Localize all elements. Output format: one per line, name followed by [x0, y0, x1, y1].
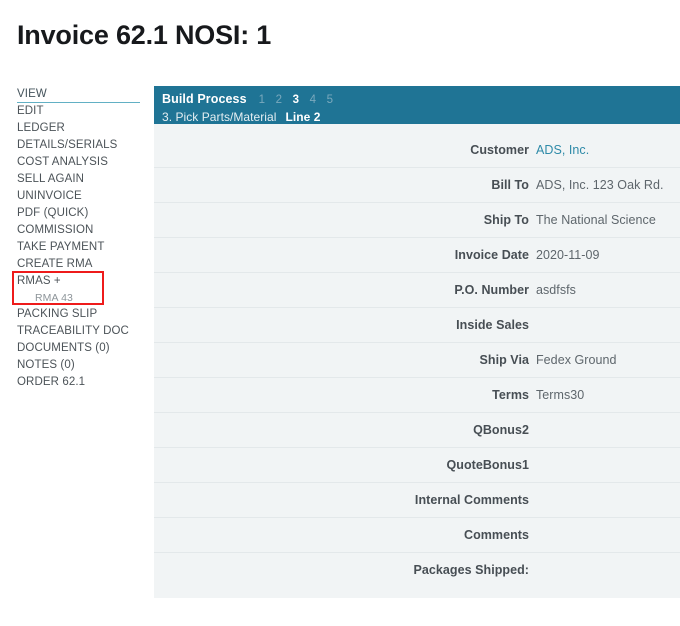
sidebar-item-order-62-1[interactable]: ORDER 62.1 [0, 374, 146, 391]
sidebar-item-traceability-doc[interactable]: TRACEABILITY DOC [0, 323, 146, 340]
table-row: P.O. Number asdfsfs [154, 272, 680, 307]
table-row: Inside Sales [154, 307, 680, 342]
field-label: QuoteBonus1 [446, 458, 529, 472]
table-row: Packages Shipped: [154, 552, 680, 587]
field-value: 2020-11-09 [536, 248, 600, 262]
field-value: Fedex Ground [536, 353, 617, 367]
field-value: ADS, Inc. 123 Oak Rd. [536, 178, 664, 192]
sidebar-item-rmas[interactable]: RMAS + [0, 273, 146, 290]
field-value: Terms30 [536, 388, 585, 402]
table-row: Ship To The National Science [154, 202, 680, 237]
field-label: Packages Shipped: [413, 563, 529, 577]
table-row: Bill To ADS, Inc. 123 Oak Rd. [154, 167, 680, 202]
build-process-header-top: Build Process 12345 [162, 92, 680, 110]
sidebar-subitem-rma-43[interactable]: RMA 43 [0, 290, 146, 306]
field-label: QBonus2 [473, 423, 529, 437]
table-row: QuoteBonus1 [154, 447, 680, 482]
invoice-view-page: Invoice 62.1 NOSI: 1 VIEW EDIT LEDGER DETAI… [0, 0, 680, 626]
sidebar-item-ledger[interactable]: LEDGER [0, 120, 146, 137]
sidebar-item-packing-slip[interactable]: PACKING SLIP [0, 306, 146, 323]
build-process-step-5[interactable]: 5 [327, 94, 344, 106]
sidebar-secondary-items: PACKING SLIP TRACEABILITY DOC DOCUMENTS (0… [0, 306, 146, 391]
sidebar-item-cost-analysis[interactable]: COST ANALYSIS [0, 154, 146, 171]
build-process-step-1[interactable]: 1 [259, 94, 276, 106]
sidebar-item-documents-0[interactable]: DOCUMENTS (0) [0, 340, 146, 357]
sidebar-item-view[interactable]: VIEW [0, 86, 146, 103]
table-row: Terms Terms30 [154, 377, 680, 412]
sidebar-primary-items: VIEW EDIT LEDGER DETAILS/SERIALS COST ANALYS… [0, 86, 146, 273]
field-label: Terms [492, 388, 529, 402]
build-process-step-2[interactable]: 2 [276, 94, 293, 106]
field-value: The National Science [536, 213, 656, 227]
sidebar-item-uninvoice[interactable]: UNINVOICE [0, 188, 146, 205]
sidebar-item-create-rma[interactable]: CREATE RMA [0, 256, 146, 273]
field-label: Ship Via [479, 353, 529, 367]
sidebar-item-notes-0[interactable]: NOTES (0) [0, 357, 146, 374]
field-label: Bill To [491, 178, 529, 192]
field-label: Inside Sales [456, 318, 529, 332]
build-process-step-4[interactable]: 4 [310, 94, 327, 106]
sidebar-item-edit[interactable]: EDIT [0, 103, 146, 120]
table-row: Internal Comments [154, 482, 680, 517]
page-title: Invoice 62.1 NOSI: 1 [17, 20, 272, 50]
field-value: asdfsfs [536, 283, 576, 297]
field-label: Invoice Date [454, 248, 529, 262]
sidebar-rmas-group: RMAS + RMA 43 [0, 271, 146, 306]
build-process-step-3[interactable]: 3 [293, 94, 310, 106]
sidebar-item-pdf-quick[interactable]: PDF (QUICK) [0, 205, 146, 222]
sidebar-item-sell-again[interactable]: SELL AGAIN [0, 171, 146, 188]
field-label: Comments [464, 528, 529, 542]
field-label: Internal Comments [414, 493, 529, 507]
sidebar-nav: VIEW EDIT LEDGER DETAILS/SERIALS COST ANALYS… [0, 86, 146, 391]
table-row: Comments [154, 517, 680, 552]
table-row: Ship Via Fedex Ground [154, 342, 680, 377]
build-process-header: Build Process 12345 3. Pick Parts/Materi… [154, 86, 680, 124]
field-label: Ship To [483, 213, 529, 227]
sidebar-item-take-payment[interactable]: TAKE PAYMENT [0, 239, 146, 256]
sidebar-item-commission[interactable]: COMMISSION [0, 222, 146, 239]
field-label: P.O. Number [454, 283, 529, 297]
field-value-link[interactable]: ADS, Inc. [536, 143, 680, 157]
field-label: Customer [470, 143, 529, 157]
sidebar-item-details-serials[interactable]: DETAILS/SERIALS [0, 137, 146, 154]
table-row: Customer ADS, Inc. [154, 133, 680, 167]
build-process-steps: 12345 [259, 94, 344, 106]
table-row: Invoice Date 2020-11-09 [154, 237, 680, 272]
invoice-details-panel: Build Process 12345 3. Pick Parts/Materi… [154, 86, 680, 598]
build-process-line-label: Line 2 [285, 110, 321, 124]
build-process-title: Build Process [162, 92, 247, 106]
invoice-field-table: Customer ADS, Inc. Bill To ADS, Inc. 123 Oa… [154, 124, 680, 598]
table-row: QBonus2 [154, 412, 680, 447]
build-process-current-step-label: 3. Pick Parts/Material [162, 110, 277, 124]
